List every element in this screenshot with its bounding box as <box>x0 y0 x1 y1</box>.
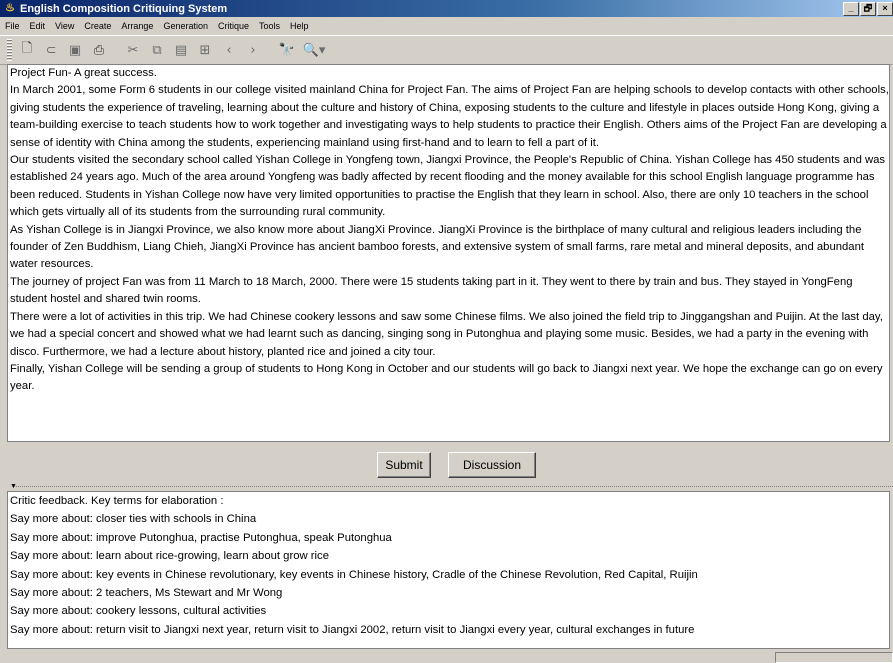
feedback-line: Say more about: improve Putonghua, pract… <box>10 531 392 544</box>
zoom-icon[interactable]: 🔍▾ <box>299 39 329 61</box>
toolbar: 🗋 ⊂ ▣ ⎙ ✂ ⧉ ▤ ⊞ ‹ › 🔭 🔍▾ <box>0 35 893 65</box>
critic-feedback-panel: Critic feedback. Key terms for elaborati… <box>7 491 890 649</box>
action-button-row: Submit Discussion <box>0 450 893 480</box>
composition-paragraph: There were a lot of activities in this t… <box>10 310 883 358</box>
composition-paragraph: The journey of project Fan was from 11 M… <box>10 275 853 306</box>
save-icon[interactable]: ▣ <box>63 39 87 61</box>
window-title: English Composition Critiquing System <box>20 2 228 15</box>
submit-button[interactable]: Submit <box>377 452 431 478</box>
composition-paragraph: As Yishan College is in Jiangxi Province… <box>10 223 865 271</box>
menu-arrange[interactable]: Arrange <box>116 21 158 31</box>
toolbar-grip[interactable] <box>7 39 12 61</box>
java-cup-icon: ♨ <box>5 2 15 14</box>
cut-icon[interactable]: ✂ <box>121 39 145 61</box>
status-panel <box>775 652 893 663</box>
composition-paragraph: Our students visited the secondary schoo… <box>10 154 886 219</box>
copy-icon[interactable]: ⧉ <box>145 39 169 61</box>
menu-create[interactable]: Create <box>79 21 116 31</box>
menu-view[interactable]: View <box>50 21 79 31</box>
properties-icon[interactable]: ⊞ <box>193 39 217 61</box>
find-icon[interactable]: 🔭 <box>275 39 299 61</box>
composition-paragraph: In March 2001, some Form 6 students in o… <box>10 84 889 149</box>
feedback-line: Say more about: return visit to Jiangxi … <box>10 623 695 636</box>
menu-generation[interactable]: Generation <box>158 21 213 31</box>
composition-paragraph: Finally, Yishan College will be sending … <box>10 362 883 393</box>
paste-icon[interactable]: ▤ <box>169 39 193 61</box>
menu-tools[interactable]: Tools <box>254 21 285 31</box>
back-icon[interactable]: ‹ <box>217 39 241 61</box>
title-bar: ♨ English Composition Critiquing System … <box>0 0 893 17</box>
menu-help[interactable]: Help <box>285 21 314 31</box>
feedback-line: Say more about: 2 teachers, Ms Stewart a… <box>10 587 283 600</box>
feedback-line: Say more about: cookery lessons, cultura… <box>10 605 267 618</box>
print-icon[interactable]: ⎙ <box>87 39 111 61</box>
feedback-line: Say more about: learn about rice-growing… <box>10 550 329 563</box>
menu-edit[interactable]: Edit <box>25 21 51 31</box>
composition-paragraph: Project Fun- A great success. <box>10 67 157 79</box>
feedback-line: Say more about: closer ties with schools… <box>10 513 257 526</box>
feedback-line: Say more about: key events in Chinese re… <box>10 568 698 581</box>
feedback-header: Critic feedback. Key terms for elaborati… <box>10 495 224 507</box>
new-file-icon[interactable]: 🗋 <box>15 39 39 61</box>
minimize-button[interactable]: _ <box>843 1 859 16</box>
pane-splitter[interactable]: ▼ <box>0 483 893 491</box>
forward-icon[interactable]: › <box>241 39 265 61</box>
composition-text-area[interactable]: Project Fun- A great success. In March 2… <box>7 64 890 442</box>
menu-file[interactable]: File <box>0 21 25 31</box>
discussion-button[interactable]: Discussion <box>448 452 536 478</box>
window-controls: _ 🗗 × <box>843 1 893 16</box>
menu-bar: File Edit View Create Arrange Generation… <box>0 17 893 35</box>
status-bar <box>0 651 893 663</box>
maximize-button[interactable]: 🗗 <box>860 1 876 16</box>
close-button[interactable]: × <box>877 1 893 16</box>
open-icon[interactable]: ⊂ <box>39 39 63 61</box>
menu-critique[interactable]: Critique <box>213 21 254 31</box>
